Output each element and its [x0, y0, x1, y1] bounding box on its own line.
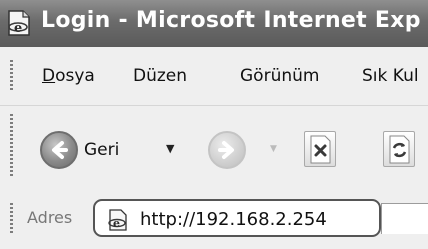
address-url[interactable]: http://192.168.2.254 — [140, 209, 327, 230]
menu-file-mnemonic: D — [42, 66, 56, 86]
svg-text:e: e — [113, 217, 120, 230]
svg-text:e: e — [14, 21, 22, 36]
refresh-icon — [389, 135, 410, 164]
stop-button[interactable] — [304, 131, 336, 167]
address-input[interactable]: e http://192.168.2.254 — [93, 199, 381, 237]
address-bar: Adres e http://192.168.2.254 — [0, 189, 428, 249]
menu-favorites-label: Sık Kul — [362, 66, 419, 86]
address-dropdown-area[interactable] — [381, 203, 428, 234]
refresh-button[interactable] — [383, 131, 415, 167]
title-bar[interactable]: e Login - Microsoft Internet Exp — [0, 0, 428, 47]
window-title: Login - Microsoft Internet Exp — [41, 8, 421, 33]
toolbar-grip[interactable] — [10, 114, 13, 178]
menu-view-label: Görünüm — [240, 66, 320, 86]
menu-edit-label: Düzen — [133, 66, 188, 86]
ie-page-icon: e — [108, 209, 127, 231]
menu-view[interactable]: Görünüm — [240, 66, 319, 86]
standard-toolbar: Geri ▼ ▼ — [0, 106, 428, 189]
menubar-grip[interactable] — [10, 60, 13, 92]
forward-arrow-icon — [218, 141, 234, 159]
addressbar-grip[interactable] — [10, 203, 13, 233]
back-arrow-icon — [52, 141, 68, 159]
ie-page-icon: e — [8, 10, 30, 36]
menu-favorites[interactable]: Sık Kul — [362, 66, 419, 86]
menu-file[interactable]: Dosya — [42, 66, 95, 86]
stop-icon — [310, 135, 331, 164]
menu-bar: Dosya Düzen Görünüm Sık Kul — [0, 47, 428, 106]
address-label: Adres — [27, 208, 73, 227]
menu-edit[interactable]: Düzen — [133, 66, 187, 86]
back-button[interactable] — [40, 131, 78, 169]
forward-button[interactable] — [208, 131, 246, 169]
back-dropdown-icon[interactable]: ▼ — [166, 142, 174, 155]
back-button-label[interactable]: Geri — [84, 140, 119, 160]
menu-file-rest: osya — [55, 66, 95, 86]
forward-dropdown-icon[interactable]: ▼ — [270, 144, 277, 154]
